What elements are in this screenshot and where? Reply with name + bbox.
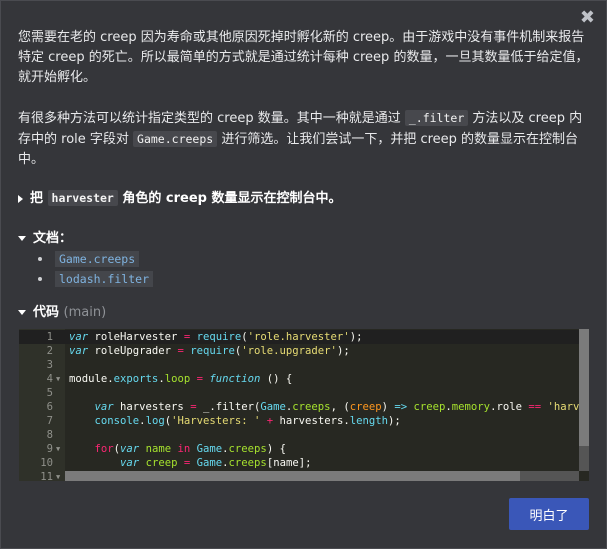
intro-p2-text-a: 有很多种方法可以统计指定类型的 creep 数量。其中一种就是通过	[18, 111, 405, 126]
code-line: 7 console.log('Harvesters: ' + harvester…	[19, 414, 579, 428]
fold-icon[interactable]: ▼	[56, 470, 60, 481]
bullet-icon	[38, 277, 42, 281]
code-toggle[interactable]: 代码 (main)	[18, 303, 106, 323]
code-heading: 代码	[33, 305, 60, 320]
close-icon[interactable]: ✖	[580, 8, 595, 28]
chevron-down-icon	[18, 310, 26, 315]
intro-paragraph-1: 您需要在老的 creep 因为寿命或其他原因死掉时孵化新的 creep。由于游戏…	[18, 30, 589, 85]
line-number: 7	[46, 415, 53, 427]
chevron-down-icon	[18, 236, 26, 241]
line-number: 5	[46, 387, 53, 399]
line-number: 10	[40, 457, 53, 469]
code-line: 3	[19, 358, 579, 372]
code-line: 2 var roleUpgrader = require('role.upgrad…	[19, 344, 579, 358]
line-number: 3	[46, 359, 53, 371]
code-editor[interactable]: 1 var roleHarvester = require('role.harve…	[19, 329, 589, 481]
fold-icon[interactable]: ▼	[56, 442, 60, 456]
horizontal-scrollbar-thumb[interactable]	[65, 471, 520, 481]
intro-paragraph-2: 有很多种方法可以统计指定类型的 creep 数量。其中一种就是通过 _.filt…	[18, 108, 591, 170]
line-number: 4	[46, 373, 53, 385]
line-number: 8	[46, 429, 53, 441]
line-number: 6	[46, 401, 53, 413]
docs-heading: 文档：	[33, 231, 73, 246]
task-code-harvester: harvester	[47, 190, 118, 206]
code-line: 6 var harvesters = _.filter(Game.creeps,…	[19, 400, 589, 414]
inline-code-filter: _.filter	[404, 110, 469, 126]
task-row[interactable]: 把 harvester 角色的 creep 数量显示在控制台中。	[18, 188, 341, 209]
list-item: Game.creeps	[38, 249, 153, 269]
code-line: 4 ▼ module.exports.loop = function () {	[19, 372, 579, 386]
code-line: 10 var creep = Game.creeps[name];	[19, 456, 579, 470]
code-line: 9 ▼ for(var name in Game.creeps) {	[19, 442, 579, 456]
inline-code-game-creeps: Game.creeps	[133, 131, 218, 147]
code-line: 1 var roleHarvester = require('role.harve…	[19, 330, 579, 344]
code-line: 8	[19, 428, 579, 442]
docs-list: Game.creeps lodash.filter	[38, 249, 154, 289]
doc-link-lodash-filter[interactable]: lodash.filter	[55, 271, 154, 287]
task-prefix: 把	[30, 191, 48, 206]
fold-icon[interactable]: ▼	[56, 372, 60, 386]
line-number: 11	[40, 471, 53, 481]
got-it-button[interactable]: 明白了	[509, 498, 589, 530]
doc-link-game-creeps[interactable]: Game.creeps	[55, 251, 140, 267]
code-line: 5	[19, 386, 579, 400]
line-number: 1	[46, 331, 53, 343]
list-item: lodash.filter	[38, 269, 154, 289]
docs-toggle[interactable]: 文档：	[18, 229, 72, 249]
bullet-icon	[38, 257, 42, 261]
code-branch-label: (main)	[63, 305, 107, 320]
tutorial-dialog: ✖ 您需要在老的 creep 因为寿命或其他原因死掉时孵化新的 creep。由于…	[0, 0, 607, 549]
line-number: 2	[46, 345, 53, 357]
line-number: 9	[46, 443, 53, 455]
task-suffix: 角色的 creep 数量显示在控制台中。	[117, 191, 342, 206]
vertical-scrollbar-thumb[interactable]	[579, 329, 589, 446]
chevron-right-icon	[18, 194, 23, 203]
